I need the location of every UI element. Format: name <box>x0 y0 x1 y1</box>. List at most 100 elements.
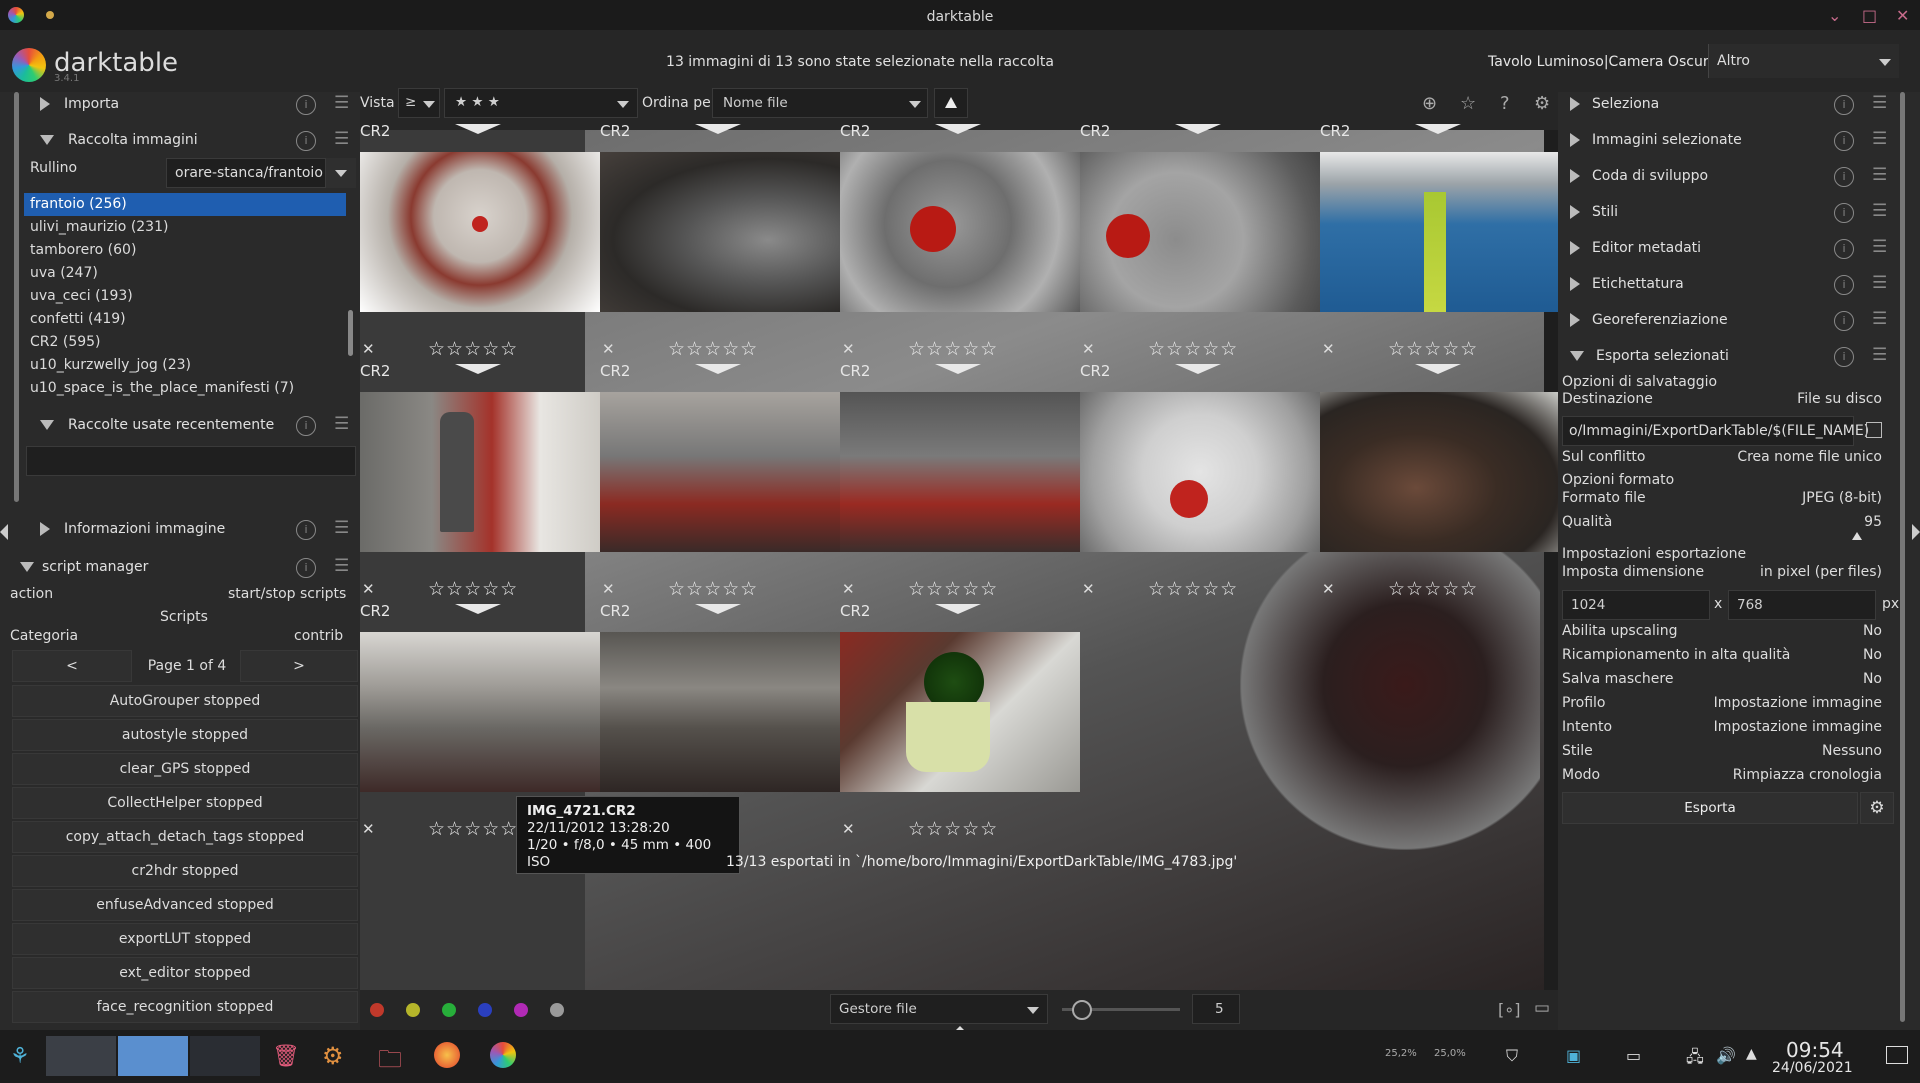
presets-menu-icon[interactable]: ☰ <box>1872 93 1888 113</box>
presets-menu-icon[interactable]: ☰ <box>1872 237 1888 257</box>
collection-property[interactable]: Rullino <box>30 160 77 176</box>
collapse-right-icon[interactable] <box>1912 524 1920 540</box>
reject-icon[interactable]: ✕ <box>602 340 615 358</box>
thumbnail-cell[interactable]: CR2 <box>1080 122 1320 362</box>
intent-row[interactable]: Intento Impostazione immagine <box>1562 719 1882 739</box>
zoom-slider-handle[interactable] <box>1072 1000 1092 1020</box>
reject-icon[interactable]: ✕ <box>842 340 855 358</box>
presets-menu-icon[interactable]: ☰ <box>334 129 350 149</box>
clock-time[interactable]: 09:54 <box>1786 1038 1844 1062</box>
grouping-icon[interactable]: ⊕ <box>1422 93 1437 114</box>
save-masks-row[interactable]: Salva maschere No <box>1562 671 1882 691</box>
reject-icon[interactable]: ✕ <box>842 820 855 838</box>
rating-filter-dropdown[interactable]: ★ ★ ★ <box>444 88 638 118</box>
script-button[interactable]: ext_editor stopped <box>12 957 358 989</box>
collection-item[interactable]: ulivi_maurizio (231) <box>24 216 346 239</box>
action-select[interactable]: start/stop scripts <box>228 586 346 602</box>
color-label-red-icon[interactable] <box>370 1003 384 1017</box>
trash-icon[interactable]: 🗑 <box>272 1044 300 1069</box>
collection-list-scrollbar[interactable] <box>348 310 353 356</box>
star-rating[interactable]: ☆☆☆☆☆ <box>908 818 998 840</box>
other-views-dropdown[interactable]: Altro <box>1708 44 1899 78</box>
script-button[interactable]: CollectHelper stopped <box>12 787 358 819</box>
star-rating[interactable]: ☆☆☆☆☆ <box>908 338 998 360</box>
collection-item[interactable]: uva_ceci (193) <box>24 285 346 308</box>
star-rating[interactable]: ☆☆☆☆☆ <box>668 578 758 600</box>
prev-page-button[interactable]: < <box>12 650 132 682</box>
tray-expand-icon[interactable]: ▲ <box>1746 1046 1757 1062</box>
battery-icon[interactable]: ▭ <box>1626 1046 1641 1065</box>
star-rating[interactable]: ☆☆☆☆☆ <box>428 578 518 600</box>
star-rating[interactable]: ☆☆☆☆☆ <box>1388 338 1478 360</box>
star-rating[interactable]: ☆☆☆☆☆ <box>668 338 758 360</box>
quality-slider[interactable]: Qualità 95 <box>1562 514 1882 534</box>
reject-icon[interactable]: ✕ <box>602 580 615 598</box>
collection-item[interactable]: uva (247) <box>24 262 346 285</box>
thumbnail-cell[interactable]: CR2 <box>840 362 1080 602</box>
quality-slider-marker-icon[interactable] <box>1852 532 1862 540</box>
overlays-star-icon[interactable]: ☆ <box>1460 93 1476 114</box>
reject-icon[interactable]: ✕ <box>1322 580 1335 598</box>
show-desktop-icon[interactable] <box>1886 1046 1908 1064</box>
reject-icon[interactable]: ✕ <box>1322 340 1335 358</box>
app-launcher-icon[interactable]: ⚘ <box>10 1044 30 1069</box>
info-icon[interactable]: i <box>1834 311 1854 331</box>
info-icon[interactable]: i <box>1834 131 1854 151</box>
next-page-button[interactable]: > <box>240 650 358 682</box>
terminal-icon[interactable]: ▣ <box>1566 1046 1581 1065</box>
info-icon[interactable]: i <box>296 558 316 578</box>
conflict-row[interactable]: Sul conflitto Crea nome file unico <box>1562 449 1882 469</box>
reject-icon[interactable]: ✕ <box>1082 340 1095 358</box>
minimize-icon[interactable]: ⌄ <box>1828 6 1841 25</box>
preferences-gear-icon[interactable]: ⚙ <box>1534 93 1550 114</box>
settings-gear-icon[interactable]: ⚙ <box>322 1042 344 1070</box>
info-icon[interactable]: i <box>1834 95 1854 115</box>
virtual-desktop-1[interactable] <box>46 1036 116 1076</box>
sort-dropdown[interactable]: Nome file <box>712 88 928 118</box>
module-export-selected[interactable]: Esporta selezionati i ☰ <box>1562 339 1896 373</box>
style-row[interactable]: Stile Nessuno <box>1562 743 1882 763</box>
zoom-slider[interactable] <box>1062 1000 1180 1020</box>
sort-order-button[interactable] <box>934 88 968 118</box>
hq-resampling-row[interactable]: Ricampionamento in alta qualità No <box>1562 647 1882 667</box>
script-button[interactable]: autostyle stopped <box>12 719 358 751</box>
destination-row[interactable]: Destinazione File su disco <box>1562 391 1882 411</box>
left-panel-scrollbar[interactable] <box>14 92 19 502</box>
collection-item[interactable]: tamborero (60) <box>24 239 346 262</box>
export-width-input[interactable]: 1024 <box>1562 590 1710 620</box>
thumbnail-cell[interactable]: CR2 <box>840 602 1080 842</box>
star-rating[interactable]: ☆☆☆☆☆ <box>1148 578 1238 600</box>
thumbnail-cell[interactable]: CR2 <box>840 122 1080 362</box>
script-button[interactable]: enfuseAdvanced stopped <box>12 889 358 921</box>
module-metadata-editor[interactable]: Editor metadati i ☰ <box>1562 231 1896 265</box>
thumbnail-cell[interactable]: CR2 <box>1080 362 1320 602</box>
mode-row[interactable]: Modo Rimpiazza cronologia <box>1562 767 1882 787</box>
reject-icon[interactable]: ✕ <box>362 820 375 838</box>
star-rating[interactable]: ☆☆☆☆☆ <box>428 818 518 840</box>
presets-menu-icon[interactable]: ☰ <box>1872 345 1888 365</box>
info-icon[interactable]: i <box>296 95 316 115</box>
set-size-row[interactable]: Imposta dimensione in pixel (per files) <box>1562 564 1882 584</box>
script-button[interactable]: clear_GPS stopped <box>12 753 358 785</box>
script-button[interactable]: cr2hdr stopped <box>12 855 358 887</box>
script-button[interactable]: face_recognition stopped <box>12 991 358 1023</box>
collection-item[interactable]: u10_kurzwelly_jog (23) <box>24 354 346 377</box>
collapse-left-icon[interactable] <box>0 524 8 540</box>
collection-item[interactable]: frantoio (256) <box>24 193 346 216</box>
thumbnail-cell[interactable]: CR2 <box>360 122 600 362</box>
info-icon[interactable]: i <box>296 131 316 151</box>
maximize-icon[interactable]: □ <box>1862 6 1877 25</box>
script-button[interactable]: copy_attach_detach_tags stopped <box>12 821 358 853</box>
star-rating[interactable]: ☆☆☆☆☆ <box>1148 338 1238 360</box>
thumbnail-cell[interactable]: CR2 <box>600 362 840 602</box>
color-label-blue-icon[interactable] <box>478 1003 492 1017</box>
darktable-taskbar-icon[interactable] <box>490 1042 516 1068</box>
reject-icon[interactable]: ✕ <box>842 580 855 598</box>
firefox-icon[interactable] <box>434 1042 460 1068</box>
presets-menu-icon[interactable]: ☰ <box>334 414 350 434</box>
thumbnail-cell[interactable]: CR2 <box>1320 122 1560 362</box>
info-icon[interactable]: i <box>1834 203 1854 223</box>
network-icon[interactable]: 🖧 <box>1686 1046 1704 1073</box>
color-label-yellow-icon[interactable] <box>406 1003 420 1017</box>
info-icon[interactable]: i <box>296 416 316 436</box>
